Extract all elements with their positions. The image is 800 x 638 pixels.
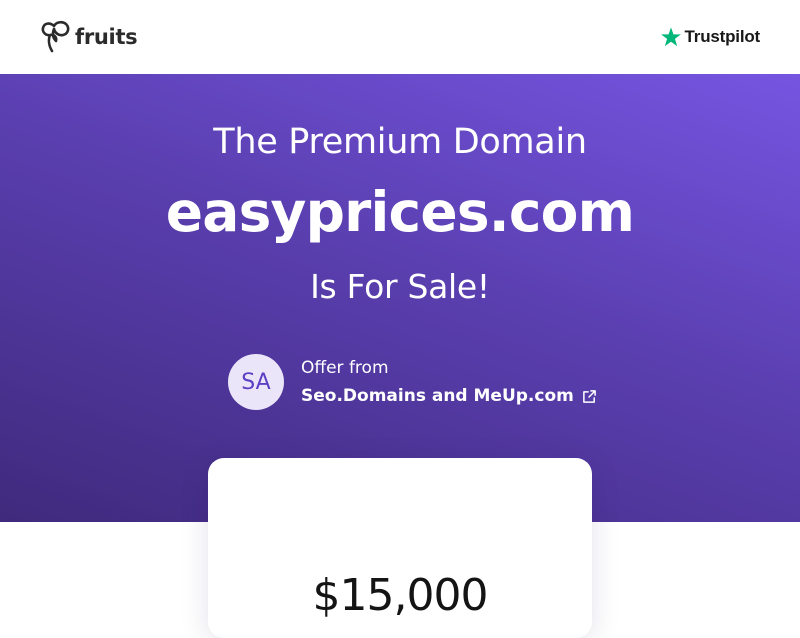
fruits-logo-link[interactable]: fruits	[40, 20, 138, 54]
site-header: fruits Trustpilot	[0, 0, 800, 74]
for-sale-text: Is For Sale!	[310, 267, 490, 306]
price: $15,000	[312, 570, 489, 621]
fruits-logo-icon	[41, 20, 70, 53]
domain-name: easyprices.com	[165, 180, 635, 244]
seller-info: SA Offer from Seo.Domains and MeUp.com	[228, 354, 597, 410]
price-card: $15,000	[208, 458, 592, 638]
trustpilot-link[interactable]: Trustpilot	[660, 26, 760, 48]
trustpilot-label: Trustpilot	[684, 27, 761, 46]
seller-name: Seo.Domains and MeUp.com	[301, 386, 574, 406]
seller-text: Offer from Seo.Domains and MeUp.com	[301, 357, 597, 407]
offer-from-label: Offer from	[301, 358, 389, 378]
external-link-icon	[583, 389, 596, 403]
logo-text: fruits	[75, 25, 138, 49]
hero-section: The Premium Domain easyprices.com Is For…	[0, 74, 800, 522]
star-icon	[660, 27, 681, 47]
hero-heading: The Premium Domain	[213, 122, 587, 162]
avatar: SA	[228, 354, 284, 410]
seller-link[interactable]: Seo.Domains and MeUp.com	[301, 385, 597, 407]
